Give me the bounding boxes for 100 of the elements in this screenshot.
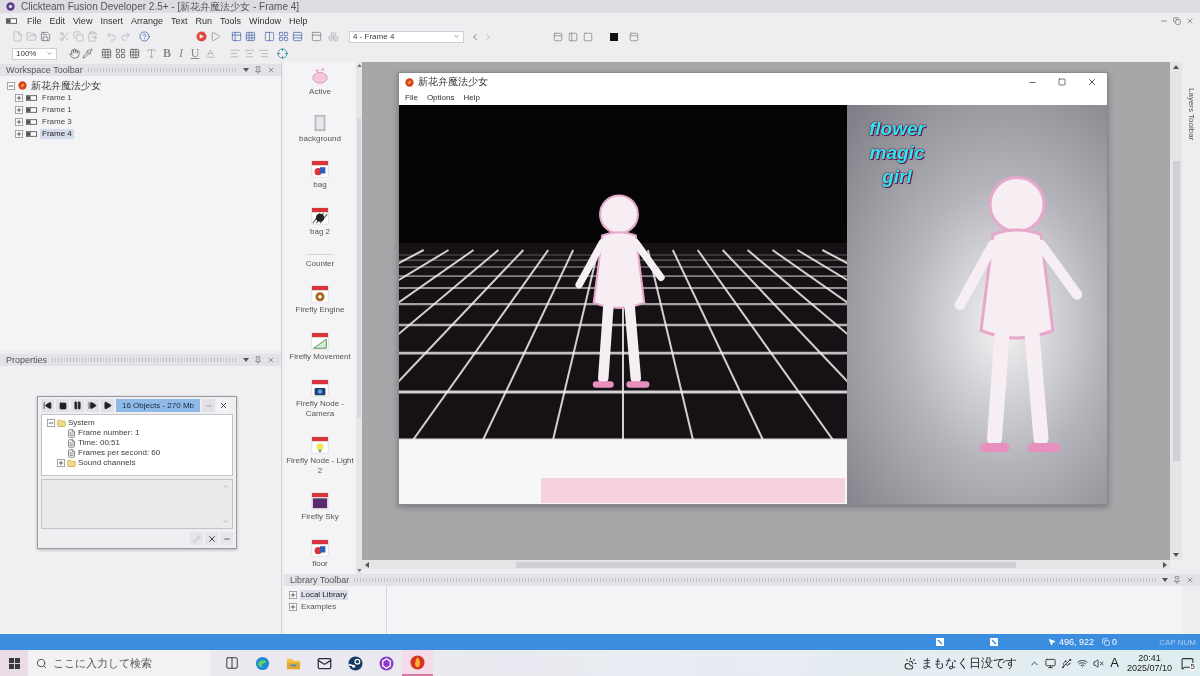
scroll-up-icon[interactable] (356, 64, 362, 67)
close-button[interactable] (217, 399, 230, 412)
expand-icon[interactable] (15, 130, 23, 138)
dropdown-arrow-icon[interactable] (1162, 578, 1168, 582)
weather-text[interactable]: まもなく日没です (921, 656, 1018, 670)
grip-handle[interactable] (354, 578, 1157, 582)
weather-icon[interactable] (904, 656, 918, 670)
dropdown-arrow-icon[interactable] (243, 358, 249, 362)
tree-item[interactable]: Frame 4 (40, 129, 74, 139)
speaker-muted-icon[interactable] (1093, 657, 1105, 669)
tree-item[interactable]: Sound channels (78, 458, 136, 468)
expand-icon[interactable] (289, 591, 297, 599)
menu-item[interactable]: Help (285, 14, 312, 27)
grid-icon[interactable] (245, 31, 256, 42)
panel-icon[interactable] (568, 31, 578, 42)
restore-icon[interactable] (1173, 16, 1181, 25)
expand-icon[interactable] (289, 603, 297, 611)
color-swatch-icon[interactable] (610, 32, 618, 41)
delete-button[interactable] (205, 532, 218, 545)
zoom-dropdown[interactable]: 100% (12, 47, 57, 60)
align-right-icon[interactable] (258, 48, 269, 59)
pause-button[interactable] (71, 399, 84, 412)
object-item[interactable]: Firefly Movement (286, 332, 354, 363)
object-item[interactable]: Firefly Engine (286, 285, 354, 316)
scroll-thumb[interactable] (357, 118, 361, 418)
stop-button[interactable] (56, 399, 69, 412)
menu-item[interactable]: Run (191, 14, 216, 27)
menu-item[interactable]: Text (166, 14, 192, 27)
tree-item[interactable]: System (68, 418, 95, 428)
restart-button[interactable] (41, 399, 54, 412)
object-item[interactable]: Firefly Sky (286, 492, 354, 523)
tree-item[interactable]: Frames per second: 60 (78, 448, 161, 458)
expand-icon[interactable] (15, 94, 23, 102)
tree-item[interactable]: Frame 3 (40, 117, 74, 127)
play-button[interactable] (101, 399, 114, 412)
panel-icon[interactable] (629, 31, 639, 42)
menu-item[interactable]: Options (426, 93, 455, 103)
object-item[interactable]: Counter (286, 253, 354, 269)
help-icon[interactable] (139, 31, 150, 42)
scroll-left-icon[interactable] (365, 561, 369, 568)
scroll-up-icon[interactable] (1173, 65, 1179, 69)
scroll-down-icon[interactable] (356, 569, 362, 572)
columns-icon[interactable] (264, 31, 275, 42)
close-icon[interactable] (1087, 77, 1097, 87)
menu-item[interactable]: View (69, 14, 97, 27)
message-icon[interactable] (1180, 656, 1194, 670)
grid-icon[interactable] (115, 48, 126, 59)
run-frame-icon[interactable] (210, 31, 221, 42)
font-color-icon[interactable] (205, 48, 216, 59)
tree-item[interactable]: Examples (300, 602, 338, 612)
rows-icon[interactable] (292, 31, 303, 42)
tree-item[interactable]: Time: 00:51 (78, 438, 120, 448)
align-center-icon[interactable] (244, 48, 255, 59)
pin-icon[interactable] (254, 356, 262, 364)
grip-handle[interactable] (52, 358, 238, 362)
tree-item[interactable]: Frame number: 1 (78, 428, 140, 438)
expand-icon[interactable] (15, 118, 23, 126)
object-item[interactable]: Active (286, 67, 354, 97)
run-application-icon[interactable] (196, 31, 207, 42)
system-menu-icon[interactable] (6, 17, 17, 24)
tree-item[interactable]: Local Library (300, 590, 348, 600)
grid-icon[interactable] (101, 48, 112, 59)
menu-item[interactable]: File (23, 14, 46, 27)
object-item[interactable]: background (286, 113, 354, 144)
frame-dropdown[interactable]: 4 - Frame 4 (349, 30, 464, 43)
tree-item[interactable]: Frame 1 (40, 105, 74, 115)
pipette-icon[interactable] (82, 48, 93, 59)
panel-icon[interactable] (311, 31, 322, 42)
menu-item[interactable]: Window (245, 14, 285, 27)
object-item[interactable]: bag (286, 160, 354, 191)
object-item[interactable]: bag 2 (286, 207, 354, 238)
panel-tab[interactable]: Layers Toolbar (1186, 88, 1196, 574)
menu-item[interactable]: Insert (96, 14, 127, 27)
tree-item[interactable]: Frame 1 (40, 93, 74, 103)
menu-item[interactable]: Help (463, 93, 480, 103)
object-item[interactable]: floor (286, 538, 354, 569)
collapse-icon[interactable] (47, 419, 55, 427)
step-button[interactable] (86, 399, 99, 412)
grid-icon[interactable] (231, 31, 242, 42)
network-icon[interactable] (1077, 657, 1089, 669)
dropdown-arrow-icon[interactable] (243, 68, 249, 72)
menu-item[interactable]: Arrange (126, 14, 167, 27)
expand-icon[interactable] (57, 459, 65, 467)
maximize-icon[interactable] (1058, 78, 1066, 86)
start-button[interactable] (0, 650, 28, 676)
search-field[interactable]: ここに入力して検索 (28, 650, 210, 676)
grid-icon[interactable] (278, 31, 289, 42)
panel-icon[interactable] (553, 31, 563, 42)
tree-item[interactable]: 新花弁魔法少女 (30, 79, 102, 92)
menu-item[interactable]: Edit (45, 14, 70, 27)
menu-item[interactable]: File (405, 93, 418, 103)
square-icon[interactable] (583, 31, 593, 42)
input-mode-indicator[interactable]: A (1110, 656, 1119, 670)
pin-icon[interactable] (1173, 576, 1181, 584)
fit-icon[interactable] (277, 48, 288, 59)
align-left-icon[interactable] (230, 48, 241, 59)
scroll-down-icon[interactable] (1173, 553, 1179, 557)
scroll-thumb[interactable] (516, 561, 1016, 568)
usb-icon[interactable] (1061, 657, 1073, 669)
clock[interactable]: 20:41 2025/07/10 (1126, 653, 1172, 673)
